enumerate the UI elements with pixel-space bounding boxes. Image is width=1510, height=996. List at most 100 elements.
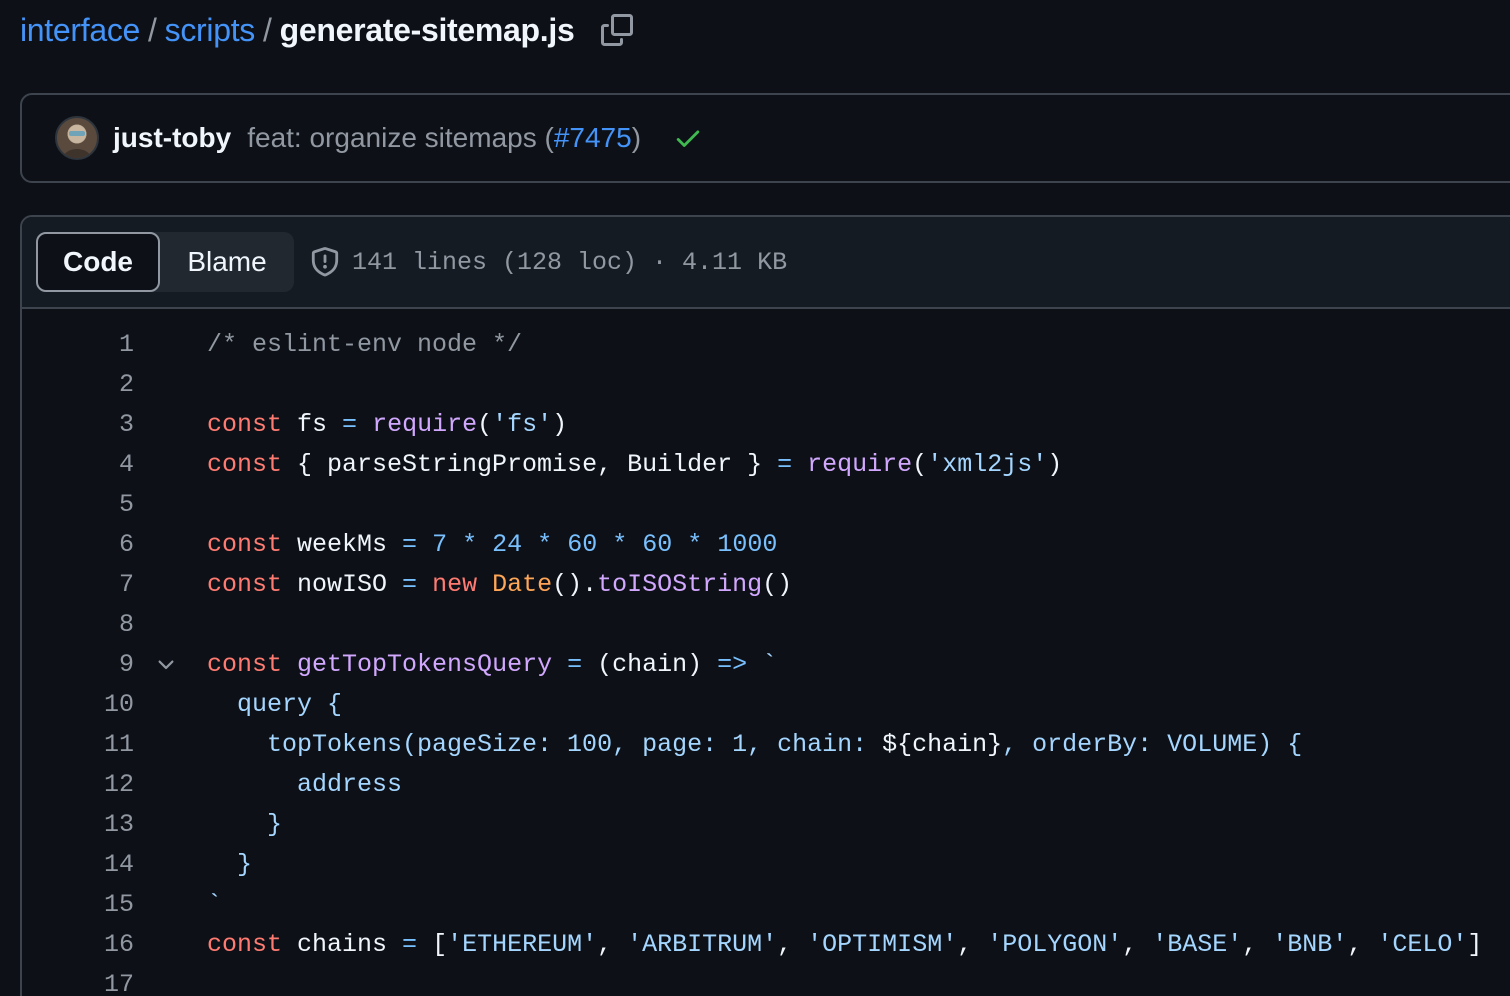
code-token: }	[207, 810, 283, 839]
code-token: /* eslint-env node */	[207, 330, 523, 359]
code-line: 6 const weekMs = 7 * 24 * 60 * 60 * 1000	[22, 525, 1510, 565]
code-token: =	[567, 650, 583, 679]
code-token: 'ETHEREUM'	[447, 930, 598, 959]
code-line: 2	[22, 365, 1510, 405]
code-token: ,	[777, 930, 808, 959]
commit-status-check[interactable]	[673, 123, 703, 153]
copy-icon	[601, 14, 634, 46]
code-token: , orderBy: VOLUME) {	[1002, 730, 1303, 759]
check-icon	[676, 130, 700, 147]
commit-message-link[interactable]: feat: organize sitemaps (#7475)	[247, 122, 641, 154]
line-number[interactable]: 8	[22, 605, 134, 645]
code-token: const	[207, 530, 283, 559]
code-token: const	[207, 450, 283, 479]
code-token: const	[207, 570, 283, 599]
code-text: `	[207, 885, 222, 925]
code-token: (chain)	[582, 650, 718, 679]
code-token: 'ARBITRUM'	[627, 930, 778, 959]
code-token: ,	[1122, 930, 1153, 959]
code-token: getTopTokensQuery	[297, 650, 553, 679]
line-number[interactable]: 10	[22, 685, 134, 725]
code-text: }	[207, 805, 282, 845]
page: interface / scripts / generate-sitemap.j…	[0, 0, 1510, 996]
code-token: chains	[282, 930, 403, 959]
code-token: 'fs'	[492, 410, 553, 439]
line-number[interactable]: 13	[22, 805, 134, 845]
code-token: =	[402, 530, 418, 559]
line-number[interactable]: 12	[22, 765, 134, 805]
copy-path-button[interactable]	[600, 13, 634, 47]
line-number[interactable]: 5	[22, 485, 134, 525]
code-token: 60	[567, 530, 598, 559]
tab-blame[interactable]: Blame	[160, 232, 294, 292]
line-number[interactable]: 11	[22, 725, 134, 765]
line-number[interactable]: 15	[22, 885, 134, 925]
file-size-info: 141 lines (128 loc) · 4.11 KB	[352, 247, 788, 277]
code-token: *	[537, 530, 553, 559]
breadcrumb-folder-link[interactable]: scripts	[165, 12, 256, 49]
code-line: 9 const getTopTokensQuery = (chain) => `	[22, 645, 1510, 685]
shield-icon	[311, 247, 339, 277]
code-token: )	[1047, 450, 1063, 479]
code-text: }	[207, 845, 252, 885]
code-line: 11 topTokens(pageSize: 100, page: 1, cha…	[22, 725, 1510, 765]
code-token: require	[372, 410, 478, 439]
avatar[interactable]	[55, 116, 99, 160]
code-line: 7 const nowISO = new Date().toISOString()	[22, 565, 1510, 605]
breadcrumb-separator: /	[148, 11, 157, 48]
fold-toggle-button[interactable]	[154, 645, 178, 685]
line-number[interactable]: 17	[22, 965, 134, 996]
tab-code[interactable]: Code	[36, 232, 160, 292]
code-line: 16 const chains = ['ETHEREUM', 'ARBITRUM'…	[22, 925, 1510, 965]
line-number[interactable]: 16	[22, 925, 134, 965]
code-token: 60	[642, 530, 673, 559]
code-text: address	[207, 765, 402, 805]
commit-author-link[interactable]: just-toby	[113, 122, 231, 154]
code-token: Date	[492, 570, 553, 599]
file-header: Code Blame 141 lines (128 loc) · 4.11 KB	[22, 217, 1510, 309]
code-line: 12 address	[22, 765, 1510, 805]
code-line: 10 query {	[22, 685, 1510, 725]
code-token: query {	[207, 690, 343, 719]
line-number[interactable]: 6	[22, 525, 134, 565]
code-token: const	[207, 650, 283, 679]
breadcrumb-separator: /	[263, 11, 272, 48]
line-number[interactable]: 9	[22, 645, 134, 685]
code-token: ]	[1467, 930, 1483, 959]
line-number[interactable]: 2	[22, 365, 134, 405]
pull-request-link[interactable]: #7475	[554, 122, 632, 153]
code-token: require	[807, 450, 913, 479]
code-token: 'CELO'	[1377, 930, 1468, 959]
line-number[interactable]: 1	[22, 325, 134, 365]
code-token: ${chain}	[882, 730, 1003, 759]
code-token: 'BNB'	[1272, 930, 1348, 959]
file-viewer: Code Blame 141 lines (128 loc) · 4.11 KB…	[20, 215, 1510, 996]
code-line: 3 const fs = require('fs')	[22, 405, 1510, 445]
code-token: *	[687, 530, 703, 559]
code-area[interactable]: 1 /* eslint-env node */ 2 3 const fs = requi…	[22, 309, 1510, 996]
code-token: const	[207, 930, 283, 959]
code-token: const	[207, 410, 283, 439]
line-number[interactable]: 14	[22, 845, 134, 885]
view-mode-toggle: Code Blame	[36, 232, 294, 292]
code-token: 7	[432, 530, 448, 559]
code-token: toISOString	[597, 570, 763, 599]
line-number[interactable]: 3	[22, 405, 134, 445]
breadcrumb: interface / scripts / generate-sitemap.j…	[20, 8, 634, 52]
code-line: 13 }	[22, 805, 1510, 845]
line-number[interactable]: 7	[22, 565, 134, 605]
code-security-status[interactable]	[310, 247, 340, 277]
code-text: query {	[207, 685, 342, 725]
breadcrumb-repo-link[interactable]: interface	[20, 12, 140, 49]
line-number[interactable]: 4	[22, 445, 134, 485]
